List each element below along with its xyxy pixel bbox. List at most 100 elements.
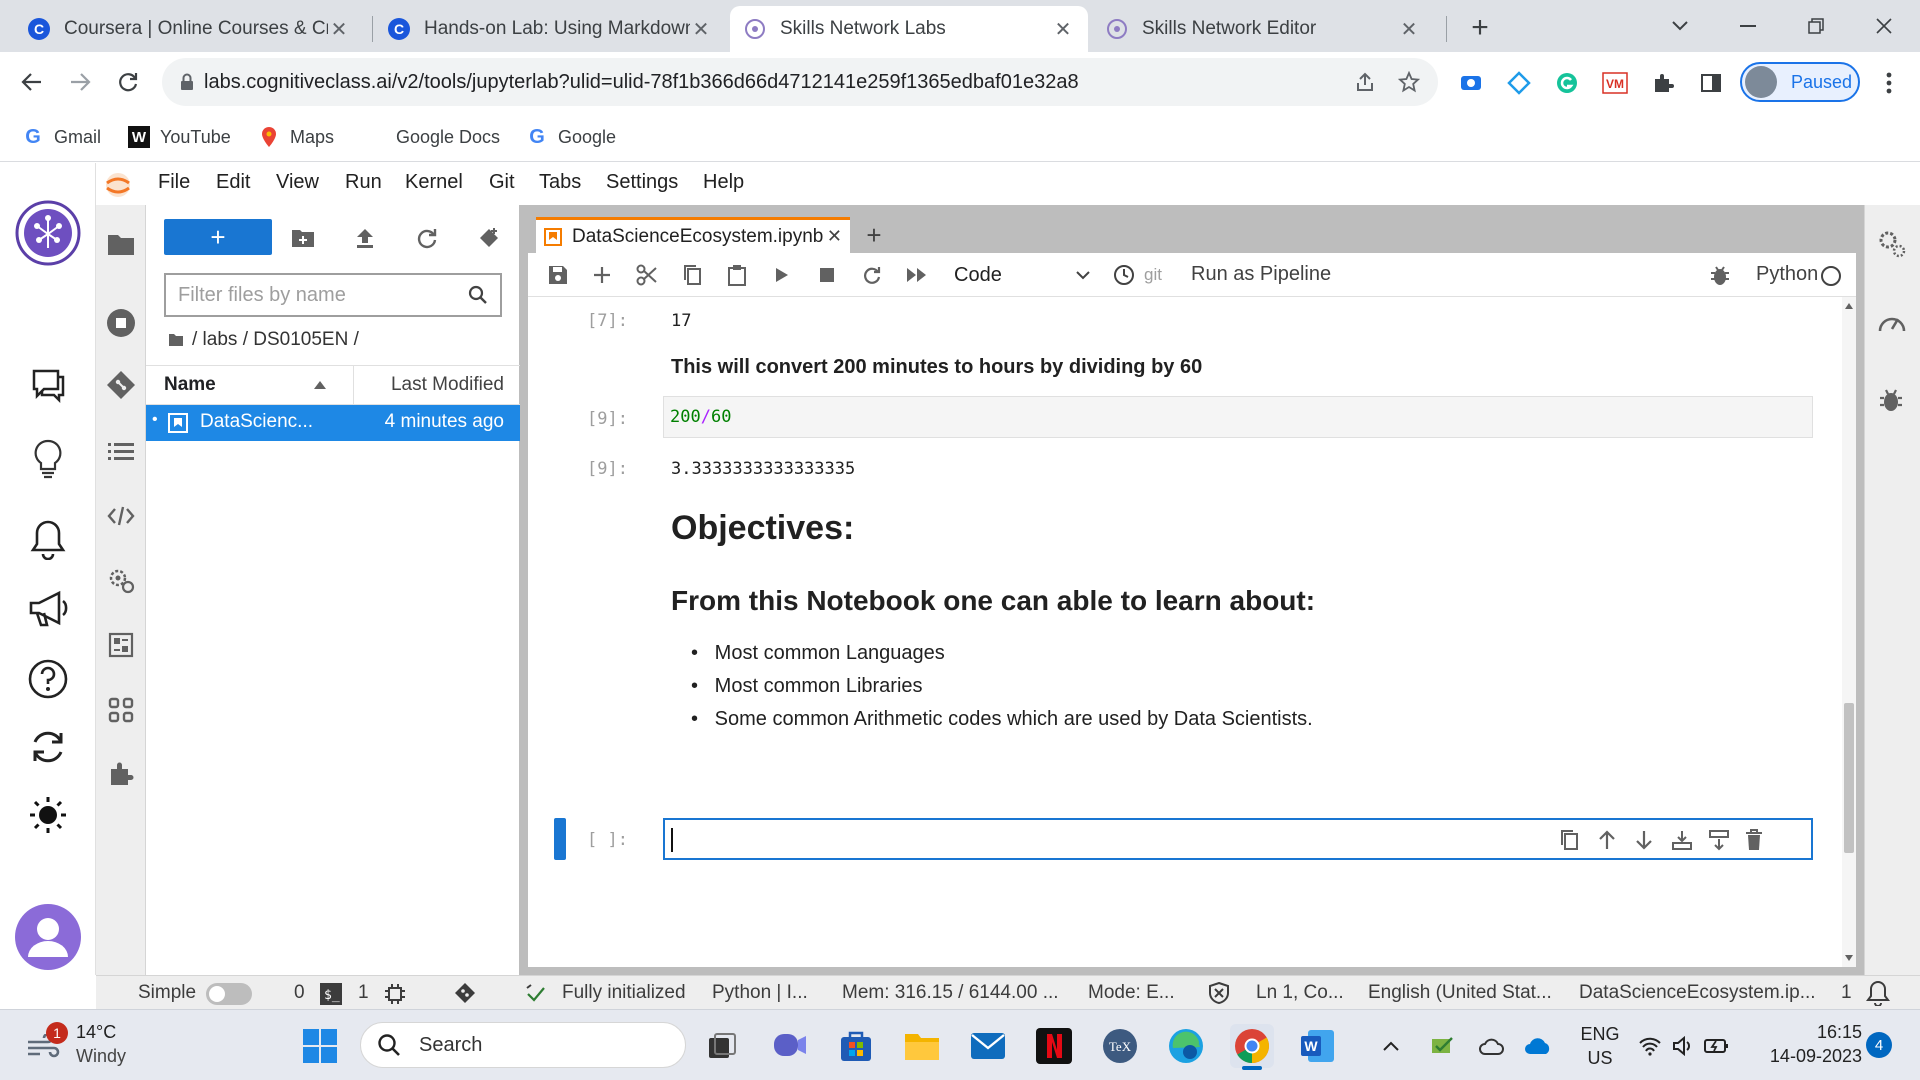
move-up-icon[interactable] <box>1597 829 1617 851</box>
show-hidden-icons[interactable] <box>1382 1024 1400 1068</box>
clock-time[interactable]: 16:15 <box>1752 1022 1862 1043</box>
clock-date[interactable]: 14-09-2023 <box>1752 1046 1862 1067</box>
table-of-contents-tab[interactable] <box>96 427 146 477</box>
code-snippets-tab[interactable] <box>96 491 146 541</box>
input-region[interactable]: US <box>1578 1048 1622 1069</box>
weather-widget[interactable]: 1 <box>22 1022 70 1068</box>
restore-button[interactable] <box>1788 6 1844 46</box>
new-folder-button[interactable] <box>286 221 320 255</box>
bookmark-maps[interactable]: Maps <box>258 122 334 152</box>
edge-button[interactable] <box>1164 1024 1208 1068</box>
sync-button[interactable] <box>22 721 74 773</box>
user-profile-button[interactable] <box>14 903 82 971</box>
chrome-menu-button[interactable] <box>1872 66 1906 100</box>
debugger-panel-button[interactable] <box>1879 387 1903 413</box>
cursor-position[interactable]: Ln 1, Co... <box>1256 982 1344 1004</box>
trusted-shield-icon[interactable] <box>1208 982 1230 1004</box>
insert-cell-button[interactable] <box>586 259 618 291</box>
lsp-status[interactable]: Fully initialized <box>562 982 686 1004</box>
duplicate-cell-icon[interactable] <box>1559 829 1579 851</box>
property-inspector-button[interactable] <box>1877 229 1907 259</box>
bookmark-google[interactable]: G Google <box>526 122 616 152</box>
chat-button[interactable] <box>22 359 74 411</box>
extensions-button[interactable] <box>1646 66 1680 100</box>
close-window-button[interactable] <box>1856 6 1912 46</box>
file-explorer-button[interactable] <box>900 1024 944 1068</box>
scroll-down-icon[interactable] <box>1845 955 1853 961</box>
notification-center-badge[interactable]: 4 <box>1866 1032 1892 1058</box>
insert-above-icon[interactable] <box>1671 829 1693 851</box>
start-button[interactable] <box>298 1024 342 1068</box>
tray-onedrive[interactable] <box>1524 1024 1552 1068</box>
menu-help[interactable]: Help <box>703 171 744 194</box>
interrupt-kernel-button[interactable] <box>811 259 843 291</box>
browser-tab-skills-network-labs[interactable]: Skills Network Labs ✕ <box>730 6 1088 52</box>
run-as-pipeline-button[interactable]: Run as Pipeline <box>1191 263 1331 286</box>
bookmark-google-docs[interactable]: Google Docs <box>396 122 500 152</box>
close-tab-icon[interactable]: ✕ <box>1398 17 1420 42</box>
browser-tab-coursera[interactable]: C Coursera | Online Courses & Credential… <box>14 6 364 52</box>
file-filter-input[interactable]: Filter files by name <box>164 273 502 317</box>
task-view-button[interactable] <box>700 1024 744 1068</box>
minimize-button[interactable] <box>1720 6 1776 46</box>
bookmark-star-icon[interactable] <box>1398 71 1420 93</box>
code-cell-editor[interactable]: 200/60 <box>663 396 1813 438</box>
tex-app-button[interactable]: TeX <box>1098 1024 1142 1068</box>
notification-count[interactable]: 1 <box>1841 982 1852 1004</box>
notifications-button[interactable] <box>22 513 74 565</box>
kernel-status[interactable]: Python | I... <box>712 982 808 1004</box>
skills-network-logo[interactable] <box>14 199 82 267</box>
share-icon[interactable] <box>1354 71 1376 93</box>
run-cell-button[interactable] <box>766 259 798 291</box>
mail-button[interactable] <box>966 1024 1010 1068</box>
reload-button[interactable] <box>108 62 148 102</box>
grammar-extension[interactable] <box>1550 66 1584 100</box>
bell-icon[interactable] <box>1866 980 1890 1006</box>
refresh-file-list-button[interactable] <box>410 221 444 255</box>
menu-tabs[interactable]: Tabs <box>539 171 581 194</box>
browser-tab-markdown-lab[interactable]: C Hands-on Lab: Using Markdown ✕ <box>374 6 726 52</box>
insert-below-icon[interactable] <box>1708 829 1730 851</box>
tab-search-button[interactable] <box>1652 6 1708 46</box>
back-button[interactable] <box>12 62 52 102</box>
notebook-scrollbar[interactable] <box>1842 297 1856 967</box>
menu-edit[interactable]: Edit <box>216 171 250 194</box>
spellcheck-language[interactable]: English (United Stat... <box>1368 982 1552 1004</box>
side-panel-button[interactable] <box>1694 66 1728 100</box>
tray-security[interactable] <box>1430 1024 1454 1068</box>
word-button[interactable]: W <box>1296 1024 1340 1068</box>
netflix-button[interactable] <box>1032 1024 1076 1068</box>
resource-usage-button[interactable] <box>1877 309 1907 337</box>
help-button[interactable] <box>22 653 74 705</box>
scroll-up-icon[interactable] <box>1845 303 1853 309</box>
cut-cell-button[interactable] <box>631 259 663 291</box>
kernel-count[interactable]: 1 <box>358 982 369 1004</box>
close-tab-icon[interactable]: ✕ <box>690 17 712 42</box>
close-tab-icon[interactable]: ✕ <box>827 226 842 247</box>
clock-button[interactable] <box>1108 259 1140 291</box>
git-label[interactable]: git <box>1144 265 1162 285</box>
property-inspector-tab[interactable] <box>96 555 146 605</box>
git-icon[interactable] <box>454 982 476 1004</box>
tray-network-drive[interactable] <box>1478 1024 1504 1068</box>
browser-tab-skills-network-editor[interactable]: Skills Network Editor ✕ <box>1092 6 1434 52</box>
notebook-tab[interactable]: DataScienceEcosystem.ipynb ✕ <box>536 217 850 253</box>
upload-button[interactable] <box>348 221 382 255</box>
menu-view[interactable]: View <box>276 171 319 194</box>
profile-button[interactable]: Paused <box>1740 62 1860 102</box>
git-clone-button[interactable] <box>472 221 506 255</box>
restart-run-all-button[interactable] <box>901 259 933 291</box>
address-bar[interactable]: labs.cognitiveclass.ai/v2/tools/jupyterl… <box>162 58 1438 106</box>
paste-cell-button[interactable] <box>721 259 753 291</box>
running-sessions-tab[interactable] <box>96 298 146 348</box>
menu-run[interactable]: Run <box>345 171 382 194</box>
elyra-pipeline-tab[interactable] <box>96 620 146 670</box>
copy-cell-button[interactable] <box>676 259 708 291</box>
quick-settings[interactable] <box>1638 1024 1730 1068</box>
git-tab[interactable] <box>96 360 146 410</box>
kernel-name[interactable]: Python <box>1756 263 1818 286</box>
new-tab-button[interactable]: + <box>1462 10 1498 46</box>
chrome-button[interactable] <box>1230 1024 1274 1070</box>
new-launcher-button[interactable]: + <box>164 219 272 255</box>
close-tab-icon[interactable]: ✕ <box>328 17 350 42</box>
